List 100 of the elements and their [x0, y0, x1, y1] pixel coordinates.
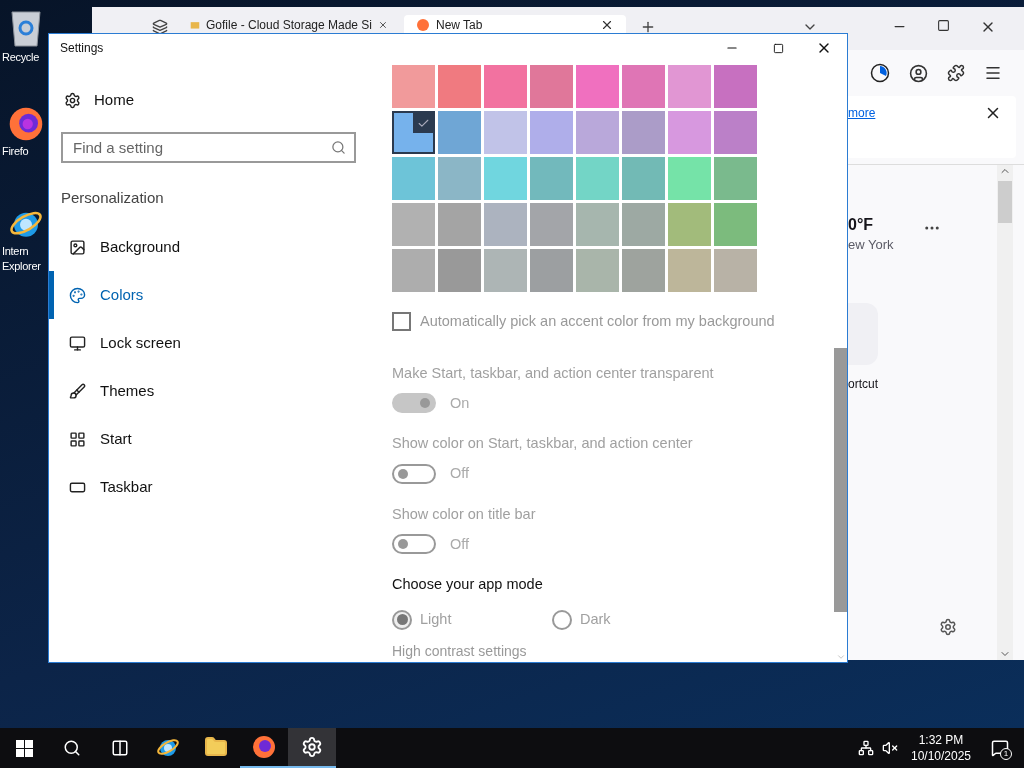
color-swatch[interactable] — [668, 157, 711, 200]
color-swatch[interactable] — [714, 157, 757, 200]
color-swatch[interactable] — [576, 111, 619, 154]
color-swatch[interactable] — [714, 203, 757, 246]
color-swatch[interactable] — [484, 65, 527, 108]
nav-icon — [69, 382, 86, 400]
notifications-icon[interactable] — [991, 739, 1009, 757]
nav-item[interactable]: Background — [49, 223, 369, 271]
nav-icon — [69, 430, 86, 448]
color-swatch[interactable] — [576, 65, 619, 108]
section-heading: Personalization — [61, 188, 165, 208]
settings-icon[interactable] — [939, 618, 957, 636]
nav-item[interactable]: Taskbar — [49, 463, 369, 511]
weather-temperature: 0°F — [848, 215, 875, 235]
color-swatch[interactable] — [668, 249, 711, 292]
nav-item[interactable]: Start — [49, 415, 369, 463]
checkbox[interactable] — [392, 312, 411, 332]
clock[interactable]: 1:32 PM 10/10/2025 — [906, 732, 976, 764]
color-swatch[interactable] — [530, 65, 573, 108]
nav-item[interactable]: Colors — [49, 271, 369, 319]
extensions-icon[interactable] — [947, 64, 965, 82]
nav-item[interactable]: Lock screen — [49, 319, 369, 367]
color-swatch[interactable] — [392, 203, 435, 246]
scrollbar-thumb[interactable] — [834, 348, 847, 612]
account-icon[interactable] — [909, 63, 928, 83]
color-swatch[interactable] — [622, 203, 665, 246]
firefox-icon[interactable] — [8, 106, 44, 142]
color-swatch[interactable] — [438, 65, 481, 108]
setting-label: Make Start, taskbar, and action center transparent — [392, 363, 715, 383]
desktop-icon-label: Recycle — [2, 50, 40, 65]
folder-icon — [204, 735, 228, 759]
nav-item[interactable]: Themes — [49, 367, 369, 415]
color-swatch[interactable] — [392, 65, 435, 108]
color-swatch[interactable] — [530, 157, 573, 200]
color-swatch[interactable] — [438, 203, 481, 246]
color-swatch[interactable] — [668, 111, 711, 154]
maximize-icon[interactable] — [937, 19, 950, 32]
color-swatch[interactable] — [484, 203, 527, 246]
home-gear-icon — [64, 91, 81, 109]
windows-logo-icon[interactable] — [15, 739, 33, 757]
browser-tab[interactable]: New Tab — [404, 15, 626, 33]
color-swatch[interactable] — [392, 157, 435, 200]
toggle-state: Off — [450, 534, 470, 554]
color-swatch[interactable] — [438, 157, 481, 200]
tab-list-icon[interactable] — [152, 19, 168, 35]
color-swatch[interactable] — [484, 111, 527, 154]
color-swatch[interactable] — [668, 203, 711, 246]
color-swatch[interactable] — [530, 249, 573, 292]
network-icon[interactable] — [858, 740, 874, 756]
color-swatch[interactable] — [576, 203, 619, 246]
setting-label: Show color on title bar — [392, 504, 537, 524]
home-item[interactable]: Home — [61, 88, 369, 112]
nav-icon — [69, 238, 86, 256]
color-swatch[interactable] — [392, 111, 435, 154]
color-swatch[interactable] — [622, 111, 665, 154]
shortcut-tile[interactable] — [848, 303, 878, 365]
color-swatch[interactable] — [668, 65, 711, 108]
menu-icon[interactable] — [984, 64, 1002, 82]
setting-label: Show color on Start, taskbar, and action center — [392, 434, 694, 454]
color-swatch[interactable] — [714, 111, 757, 154]
desktop-icon-label: Explorer — [2, 259, 41, 274]
color-swatch[interactable] — [576, 249, 619, 292]
color-swatch[interactable] — [392, 249, 435, 292]
scroll-down-icon[interactable] — [835, 652, 846, 662]
toggle-state: On — [450, 393, 470, 413]
color-swatch[interactable] — [438, 249, 481, 292]
color-swatch[interactable] — [622, 157, 665, 200]
task-view-icon[interactable] — [111, 739, 129, 757]
tab-title: New Tab — [436, 17, 484, 34]
nav-icon — [69, 286, 86, 304]
color-swatch[interactable] — [530, 203, 573, 246]
settings-icon — [301, 736, 323, 758]
pie-chart-icon[interactable] — [870, 63, 890, 83]
section-heading: Choose your app mode — [392, 575, 544, 595]
desktop-icon-label: Intern — [2, 244, 29, 259]
desktop-icon-label: Firefo — [2, 144, 29, 159]
scrollbar-thumb[interactable] — [998, 181, 1012, 223]
color-swatch[interactable] — [438, 111, 481, 154]
color-swatch[interactable] — [484, 249, 527, 292]
firefox-icon — [416, 18, 430, 32]
color-swatch[interactable] — [622, 65, 665, 108]
shortcut-label[interactable]: ortcut — [848, 375, 997, 393]
new-tab-icon[interactable] — [640, 19, 656, 35]
color-swatch[interactable] — [576, 157, 619, 200]
color-swatch[interactable] — [714, 249, 757, 292]
scrollbar[interactable] — [997, 165, 1013, 660]
color-swatch[interactable] — [530, 111, 573, 154]
close-icon[interactable] — [600, 18, 614, 32]
more-link[interactable]: more — [848, 104, 876, 122]
volume-muted-icon[interactable] — [882, 740, 898, 756]
search-field[interactable]: Find a setting — [61, 132, 356, 163]
maximize-icon — [772, 42, 784, 54]
browser-tab[interactable]: Gofile - Cloud Storage Made Si — [178, 15, 400, 33]
color-swatch[interactable] — [714, 65, 757, 108]
window-title: Settings — [60, 40, 105, 57]
color-swatch[interactable] — [484, 157, 527, 200]
color-swatch[interactable] — [622, 249, 665, 292]
search-icon[interactable] — [63, 739, 81, 757]
taskbar-app[interactable] — [288, 728, 336, 768]
tab-title: Gofile - Cloud Storage Made Si — [205, 17, 373, 34]
